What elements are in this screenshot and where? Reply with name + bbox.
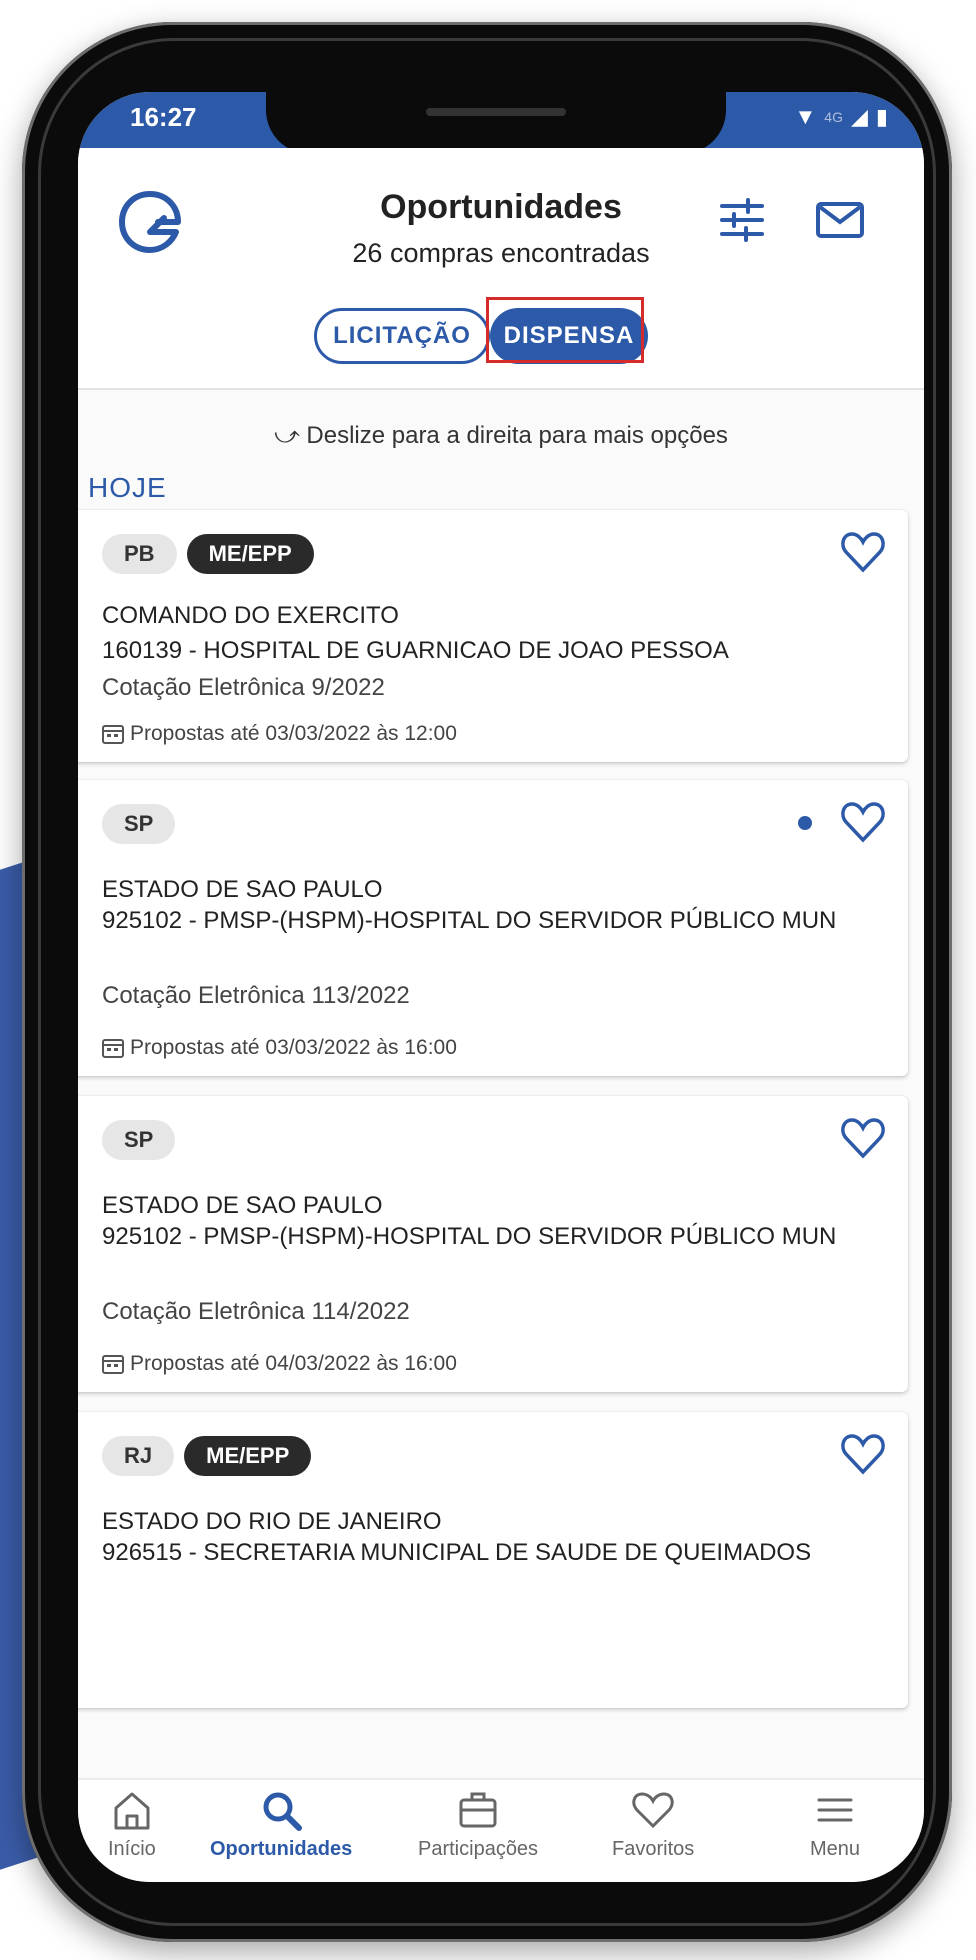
uf-chip: SP [102,1120,176,1160]
favorite-heart-icon[interactable] [840,530,886,574]
nav-inicio[interactable]: Início [108,1788,156,1861]
highlight-box [486,297,644,363]
card-modality: Cotação Eletrônica 114/2022 [102,1298,410,1325]
card-chips: SP [102,1120,176,1160]
camera-notch [266,92,726,154]
card-organization: ESTADO DO RIO DE JANEIRO [102,1508,442,1535]
deadline-text: Propostas até 04/03/2022 às 16:00 [130,1352,457,1375]
deadline-text: Propostas até 03/03/2022 às 12:00 [130,722,457,745]
menu-icon [817,1798,853,1822]
nav-label: Oportunidades [210,1838,353,1860]
opportunity-card[interactable]: RJ ME/EPP ESTADO DO RIO DE JANEIRO 92651… [78,1412,908,1708]
signal-icon: ◢ [850,104,868,129]
card-organization: ESTADO DE SAO PAULO [102,876,383,903]
card-modality: Cotação Eletrônica 113/2022 [102,982,410,1009]
section-heading: HOJE [88,472,167,503]
tab-licitacao[interactable]: LICITAÇÃO [314,308,490,364]
nav-oportunidades[interactable]: Oportunidades [210,1788,352,1861]
card-deadline: Propostas até 03/03/2022 às 12:00 [102,722,457,746]
card-uasg: 925102 - PMSP-(HSPM)-HOSPITAL DO SERVIDO… [102,1223,837,1250]
card-uasg: 925102 - PMSP-(HSPM)-HOSPITAL DO SERVIDO… [102,907,837,934]
deadline-text: Propostas até 03/03/2022 às 16:00 [130,1036,457,1059]
speaker [426,108,566,116]
network-label: 4G [824,109,843,125]
card-organization: COMANDO DO EXERCITO [102,602,399,629]
home-icon [114,1792,150,1830]
battery-icon: ▮ [875,104,888,129]
results-count: 26 compras encontradas [352,238,650,268]
card-chips: SP [102,804,176,844]
card-deadline: Propostas até 03/03/2022 às 16:00 [102,1036,457,1060]
page-title: Oportunidades [380,188,622,226]
nav-label: Menu [810,1838,861,1860]
status-bar: 16:27 ▼ 4G ◢ ▮ [78,92,924,154]
mail-icon[interactable] [814,196,866,244]
briefcase-icon [459,1792,497,1828]
filter-icon[interactable] [718,198,766,242]
uf-chip: RJ [102,1436,175,1476]
me-epp-chip: ME/EPP [184,1436,312,1476]
opportunity-card[interactable]: SP ESTADO DE SAO PAULO 925102 - PMSP-(HS… [78,780,908,1076]
calendar-icon [102,1039,124,1058]
calendar-icon [102,1355,124,1374]
status-time: 16:27 [130,102,197,132]
nav-label: Favoritos [612,1838,695,1860]
card-deadline: Propostas até 04/03/2022 às 16:00 [102,1352,457,1376]
nav-favoritos[interactable]: Favoritos [612,1788,694,1861]
favorite-heart-icon[interactable] [840,1116,886,1160]
uf-chip: SP [102,804,176,844]
card-uasg: 926515 - SECRETARIA MUNICIPAL DE SAUDE D… [102,1539,812,1566]
card-modality: Cotação Eletrônica 9/2022 [102,674,385,701]
swipe-hint: ⤻ Deslize para a direita para mais opçõe… [274,422,728,449]
wifi-icon: ▼ [794,104,817,129]
opportunity-card[interactable]: PB ME/EPP COMANDO DO EXERCITO 160139 - H… [78,510,908,762]
calendar-icon [102,725,124,744]
heart-icon [632,1792,674,1829]
uf-chip: PB [102,534,177,574]
nav-menu[interactable]: Menu [810,1788,860,1861]
favorite-heart-icon[interactable] [840,1432,886,1476]
favorite-heart-icon[interactable] [840,800,886,844]
card-organization: ESTADO DE SAO PAULO [102,1192,383,1219]
card-chips: PB ME/EPP [102,534,314,574]
unread-dot [798,816,812,830]
card-chips: RJ ME/EPP [102,1436,312,1476]
search-icon [263,1792,303,1831]
app-screen: 16:27 ▼ 4G ◢ ▮ Oportunidades 26 compras … [78,92,924,1882]
app-header: Oportunidades 26 compras encontradas LIC… [78,148,924,390]
status-icons: ▼ 4G ◢ ▮ [795,104,889,130]
nav-label: Início [108,1838,156,1860]
bottom-navigation: Início Oportunidades Participações Favor… [78,1778,924,1882]
opportunity-card[interactable]: SP ESTADO DE SAO PAULO 925102 - PMSP-(HS… [78,1096,908,1392]
card-uasg: 160139 - HOSPITAL DE GUARNICAO DE JOAO P… [102,637,729,664]
nav-label: Participações [418,1838,539,1860]
nav-participacoes[interactable]: Participações [418,1788,538,1861]
me-epp-chip: ME/EPP [186,534,314,574]
